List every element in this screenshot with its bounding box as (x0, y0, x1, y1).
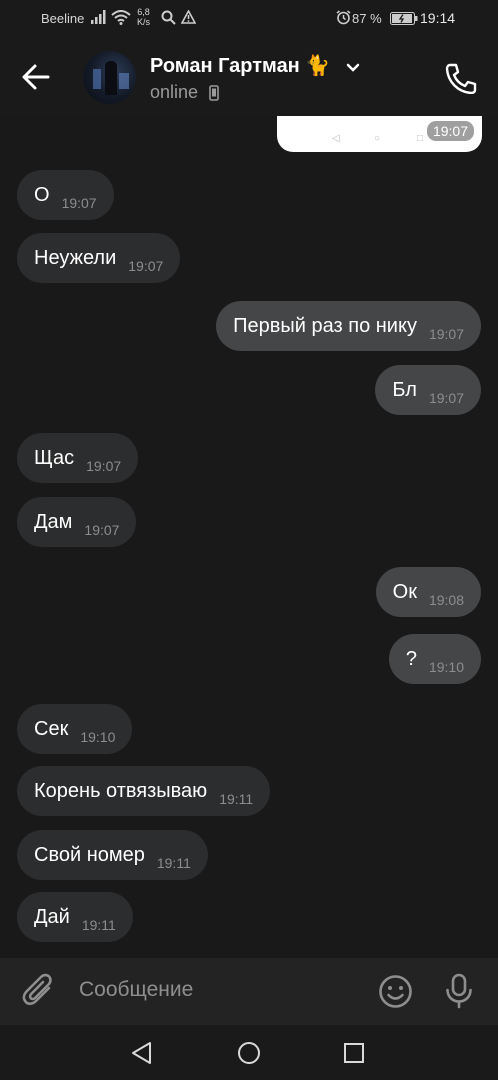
message-bubble[interactable]: Щас 19:07 (17, 433, 139, 483)
status-bar: Beeline 6,8 K/s 87 % 19:14 (0, 0, 498, 38)
message-text: О (34, 183, 50, 206)
message-time: 19:08 (428, 592, 464, 608)
message-text: Неужели (34, 246, 117, 269)
message-text: Щас (34, 446, 75, 469)
message-text: Бл (392, 378, 417, 401)
message-bubble[interactable]: Корень отвязываю 19:11 (17, 766, 271, 816)
message-text: Корень отвязываю (34, 779, 208, 802)
nav-recent-glyph: □ (417, 133, 424, 144)
avatar[interactable] (83, 51, 136, 104)
message-time: 19:07 (61, 195, 97, 211)
message-time: 19:07 (426, 121, 474, 141)
chat-header: Роман Гартман 🐈 online (0, 38, 498, 116)
message-bubble[interactable]: Ок 19:08 (375, 567, 481, 617)
message-time: 19:11 (156, 855, 191, 871)
message-bubble[interactable]: Свой номер 19:11 (17, 830, 208, 880)
message-input[interactable]: Сообщение (79, 978, 193, 1002)
arrow-left-icon[interactable] (20, 62, 56, 94)
system-nav-bar (0, 1025, 498, 1080)
message-text: Свой номер (34, 843, 145, 866)
message-time: 19:07 (428, 326, 464, 342)
message-time: 19:10 (80, 729, 116, 745)
message-time: 19:07 (128, 258, 164, 274)
warning-icon (180, 9, 197, 27)
nav-back-icon[interactable] (130, 1041, 154, 1070)
alarm-icon (336, 10, 351, 28)
message-bubble[interactable]: Бл 19:07 (375, 365, 481, 415)
nav-recents-icon[interactable] (343, 1042, 365, 1069)
message-text: ? (405, 647, 417, 670)
message-time: 19:07 (84, 522, 120, 538)
message-bubble[interactable]: Дай 19:11 (17, 892, 133, 942)
speed-value: 6,8 (137, 7, 150, 17)
message-bubble[interactable]: Первый раз по нику 19:07 (216, 301, 481, 351)
chevron-down-icon[interactable] (346, 60, 360, 78)
image-message[interactable]: ◁ ○ □ 19:07 (277, 116, 482, 152)
clock: 19:14 (420, 10, 456, 26)
message-composer: Сообщение (0, 958, 498, 1025)
signal-icon (91, 10, 107, 27)
message-text: Первый раз по нику (233, 314, 417, 337)
contact-name[interactable]: Роман Гартман 🐈 (150, 53, 330, 78)
network-speed: 6,8 K/s (137, 7, 150, 27)
wifi-icon (111, 10, 131, 28)
search-icon (161, 10, 176, 28)
message-list[interactable]: ◁ ○ □ 19:07 О 19:07 Неужели 19:07 Первый р… (0, 116, 498, 958)
speed-unit: K/s (137, 17, 151, 27)
message-text: Дам (34, 510, 73, 533)
message-text: Сек (34, 717, 69, 740)
paperclip-icon[interactable] (22, 973, 56, 1014)
message-time: 19:10 (428, 659, 464, 675)
message-time: 19:11 (219, 791, 254, 807)
message-text: Ок (392, 580, 417, 603)
message-bubble[interactable]: Сек 19:10 (17, 704, 133, 754)
nav-home-icon[interactable] (237, 1041, 261, 1070)
message-time: 19:07 (428, 390, 464, 406)
message-bubble[interactable]: Неужели 19:07 (17, 233, 181, 283)
online-status: online (150, 82, 199, 102)
message-text: Дай (34, 905, 70, 928)
battery-percent: 87 % (352, 11, 382, 26)
battery-icon (390, 12, 418, 28)
message-time: 19:11 (81, 917, 116, 933)
message-bubble[interactable]: ? 19:10 (388, 634, 481, 684)
nav-home-glyph: ○ (374, 133, 381, 144)
message-bubble[interactable]: Дам 19:07 (17, 497, 137, 547)
mobile-device-icon (209, 85, 219, 106)
message-bubble[interactable]: О 19:07 (17, 170, 114, 220)
nav-back-glyph: ◁ (332, 133, 340, 144)
carrier-label: Beeline (41, 11, 85, 26)
microphone-icon[interactable] (444, 973, 474, 1014)
phone-icon[interactable] (444, 62, 478, 99)
smile-icon[interactable] (378, 974, 413, 1014)
message-time: 19:07 (86, 458, 122, 474)
